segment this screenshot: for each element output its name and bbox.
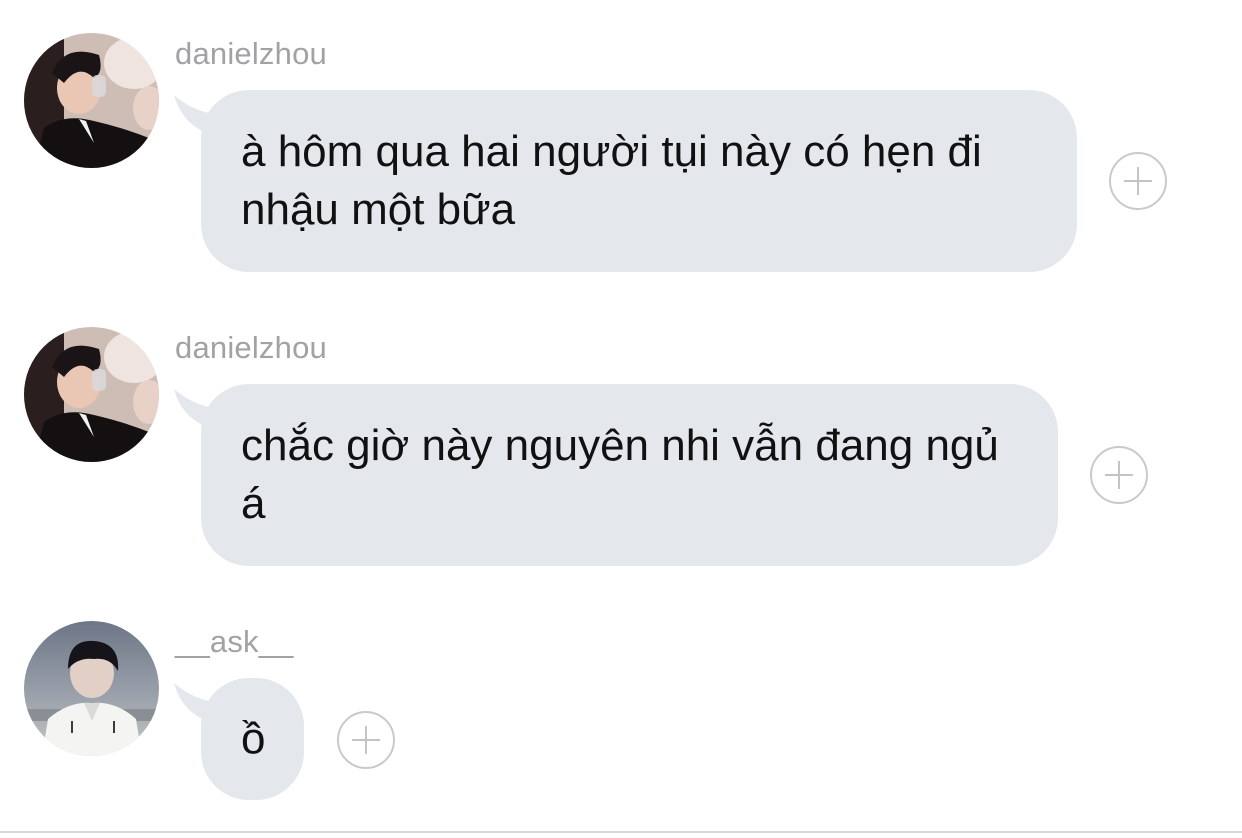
avatar[interactable]: [24, 621, 159, 756]
message-bubble[interactable]: à hôm qua hai người tụi này có hẹn đi nh…: [201, 90, 1077, 272]
avatar[interactable]: [24, 327, 159, 462]
message-bubble[interactable]: chắc giờ này nguyên nhi vẫn đang ngủ á: [201, 384, 1058, 566]
plus-circle-icon[interactable]: [1090, 446, 1148, 504]
divider: [0, 831, 1242, 833]
sender-username[interactable]: __ask__: [175, 624, 294, 660]
message-bubble[interactable]: ồ: [201, 678, 304, 800]
message-text: chắc giờ này nguyên nhi vẫn đang ngủ á: [241, 421, 999, 528]
plus-circle-icon[interactable]: [1109, 152, 1167, 210]
sender-username[interactable]: danielzhou: [175, 330, 327, 366]
message-text: ồ: [241, 714, 266, 763]
message-text: à hôm qua hai người tụi này có hẹn đi nh…: [241, 127, 982, 234]
plus-circle-icon[interactable]: [337, 711, 395, 769]
sender-username[interactable]: danielzhou: [175, 36, 327, 72]
avatar[interactable]: [24, 33, 159, 168]
